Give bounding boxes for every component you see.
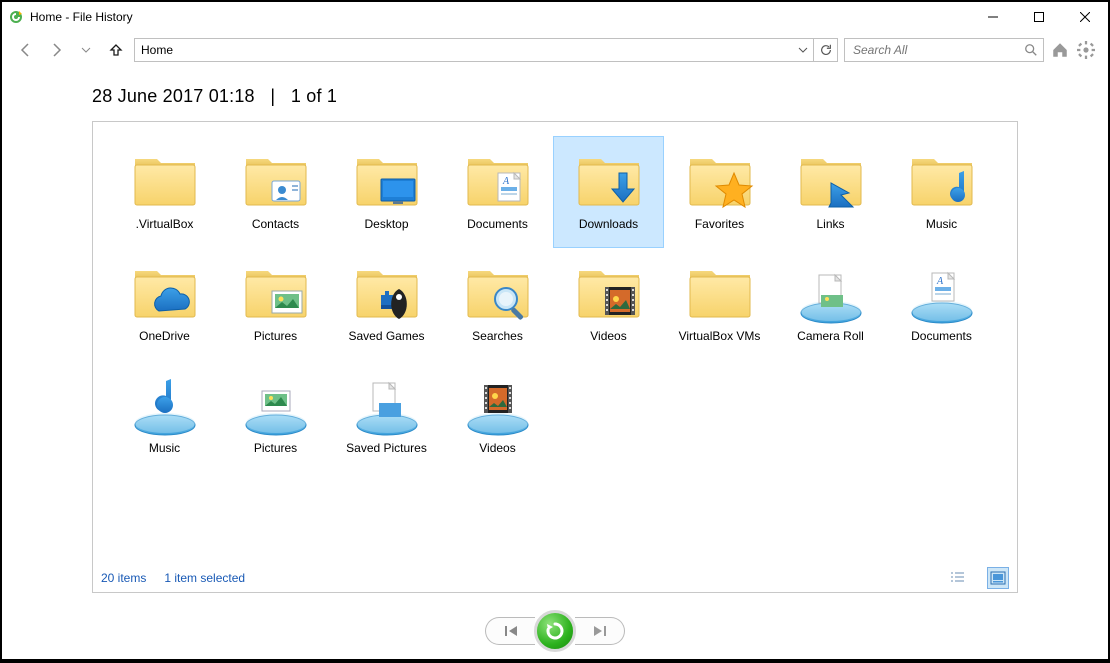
forward-button[interactable] [44, 38, 68, 62]
grid-item[interactable]: A Documents [886, 248, 997, 360]
timestamp-sep: | [270, 86, 275, 106]
refresh-button[interactable] [813, 39, 837, 61]
svg-text:A: A [936, 276, 944, 287]
grid-item-label: OneDrive [110, 329, 219, 343]
close-button[interactable] [1062, 2, 1108, 32]
folder-desktop-icon [351, 143, 423, 215]
search-icon[interactable] [1018, 43, 1043, 57]
app-icon [8, 9, 24, 25]
grid-item[interactable]: Links [775, 136, 886, 248]
grid-item-label: Documents [887, 329, 996, 343]
grid-item-label: Saved Games [332, 329, 441, 343]
back-button[interactable] [14, 38, 38, 62]
folder-search-icon [462, 255, 534, 327]
path-input[interactable] [135, 39, 793, 61]
folder-icon [684, 255, 756, 327]
grid-item-label: Pictures [221, 329, 330, 343]
window: Home - File History 28 June 2017 01:18 |… [2, 2, 1108, 659]
grid-item-label: Searches [443, 329, 552, 343]
grid-item[interactable]: Contacts [220, 136, 331, 248]
grid-item[interactable]: Pictures [220, 248, 331, 360]
grid-item-label: Music [110, 441, 219, 455]
folder-icon [129, 143, 201, 215]
grid-item-label: Videos [443, 441, 552, 455]
folder-download-icon [573, 143, 645, 215]
status-bar: 20 items 1 item selected [93, 564, 1017, 592]
svg-text:A: A [502, 176, 510, 187]
restore-button[interactable] [534, 610, 576, 652]
navigation-controls [2, 603, 1108, 659]
lib-saved-icon [351, 367, 423, 439]
lib-docs-icon: A [906, 255, 978, 327]
home-icon[interactable] [1050, 40, 1070, 60]
grid-item[interactable]: Saved Games [331, 248, 442, 360]
grid-item-label: Favorites [665, 217, 774, 231]
grid-item[interactable]: Camera Roll [775, 248, 886, 360]
grid-item-label: Documents [443, 217, 552, 231]
toolbar [2, 32, 1108, 68]
folder-music-icon [906, 143, 978, 215]
grid-item[interactable]: Music [886, 136, 997, 248]
grid-item[interactable]: Desktop [331, 136, 442, 248]
lib-camera-icon [795, 255, 867, 327]
folder-video-icon [573, 255, 645, 327]
grid-item[interactable]: OneDrive [109, 248, 220, 360]
lib-video-icon [462, 367, 534, 439]
grid-item-label: Pictures [221, 441, 330, 455]
grid-item[interactable]: Saved Pictures [331, 360, 442, 472]
icons-view-button[interactable] [987, 567, 1009, 589]
grid-item[interactable]: Pictures [220, 360, 331, 472]
address-bar[interactable] [134, 38, 838, 62]
grid-item-label: Music [887, 217, 996, 231]
browser-frame: .VirtualBoxContactsDesktopADocumentsDown… [92, 121, 1018, 593]
grid-item[interactable]: VirtualBox VMs [664, 248, 775, 360]
titlebar: Home - File History [2, 2, 1108, 32]
grid-item-label: VirtualBox VMs [665, 329, 774, 343]
details-view-button[interactable] [947, 567, 969, 589]
lib-music-icon [129, 367, 201, 439]
lib-pics-icon [240, 367, 312, 439]
status-count: 20 items [101, 571, 146, 585]
grid-item-label: Downloads [554, 217, 663, 231]
maximize-button[interactable] [1016, 2, 1062, 32]
up-button[interactable] [104, 38, 128, 62]
folder-star-icon [684, 143, 756, 215]
timestamp-date: 28 June 2017 01:18 [92, 86, 255, 106]
grid-item-label: Desktop [332, 217, 441, 231]
folder-contacts-icon [240, 143, 312, 215]
grid-item-label: Camera Roll [776, 329, 885, 343]
grid-item-label: Saved Pictures [332, 441, 441, 455]
grid-item[interactable]: .VirtualBox [109, 136, 220, 248]
grid-item-label: Contacts [221, 217, 330, 231]
folder-cloud-icon [129, 255, 201, 327]
path-dropdown[interactable] [793, 39, 813, 61]
folder-link-icon [795, 143, 867, 215]
folder-games-icon [351, 255, 423, 327]
window-title: Home - File History [30, 10, 133, 24]
grid-item[interactable]: A Documents [442, 136, 553, 248]
grid-item-label: Videos [554, 329, 663, 343]
item-grid: .VirtualBoxContactsDesktopADocumentsDown… [93, 122, 1017, 564]
folder-docs-icon: A [462, 143, 534, 215]
grid-item[interactable]: Videos [442, 360, 553, 472]
timestamp-row: 28 June 2017 01:18 | 1 of 1 [92, 72, 1018, 121]
grid-item[interactable]: Favorites [664, 136, 775, 248]
status-selected: 1 item selected [164, 571, 245, 585]
grid-item[interactable]: Videos [553, 248, 664, 360]
previous-version-button[interactable] [485, 617, 535, 645]
search-input[interactable] [845, 39, 1018, 61]
folder-pics-icon [240, 255, 312, 327]
grid-item-label: Links [776, 217, 885, 231]
grid-item[interactable]: Downloads [553, 136, 664, 248]
grid-item-label: .VirtualBox [110, 217, 219, 231]
grid-item[interactable]: Music [109, 360, 220, 472]
minimize-button[interactable] [970, 2, 1016, 32]
content: 28 June 2017 01:18 | 1 of 1 .VirtualBoxC… [2, 68, 1108, 603]
search-box[interactable] [844, 38, 1044, 62]
grid-item[interactable]: Searches [442, 248, 553, 360]
recent-dropdown[interactable] [74, 38, 98, 62]
next-version-button[interactable] [575, 617, 625, 645]
gear-icon[interactable] [1076, 40, 1096, 60]
timestamp-pos: 1 of 1 [291, 86, 337, 106]
